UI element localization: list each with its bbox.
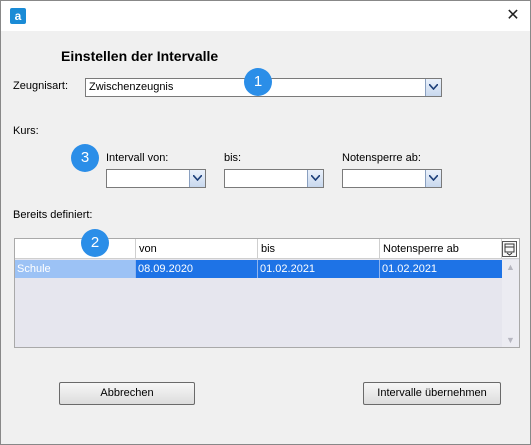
kurs-label: Kurs: xyxy=(13,125,39,137)
dialog-window: a ✕ Einstellen der Intervalle Zeugnisart… xyxy=(0,0,531,445)
title-bar: a ✕ xyxy=(1,1,530,31)
bis-select[interactable] xyxy=(224,169,324,188)
vertical-scrollbar[interactable]: ▲ ▼ xyxy=(502,260,519,347)
header-cell-notensperre[interactable]: Notensperre ab xyxy=(380,239,502,259)
zeugnisart-value: Zwischenzeugnis xyxy=(89,81,174,93)
apply-intervals-button[interactable]: Intervalle übernehmen xyxy=(363,382,501,405)
header-cell-von[interactable]: von xyxy=(136,239,258,259)
close-button[interactable]: ✕ xyxy=(496,1,530,30)
column-chooser-icon[interactable] xyxy=(502,241,517,257)
chevron-down-icon[interactable] xyxy=(425,170,441,187)
cell-bis[interactable]: 01.02.2021 xyxy=(258,260,380,278)
step-badge-2: 2 xyxy=(81,229,109,257)
notensperre-select[interactable] xyxy=(342,169,442,188)
step-badge-1: 1 xyxy=(244,68,272,96)
cell-notensperre[interactable]: 01.02.2021 xyxy=(380,260,502,278)
app-logo-icon: a xyxy=(10,8,26,24)
scroll-up-icon[interactable]: ▲ xyxy=(502,260,519,274)
table-row[interactable]: Schule 08.09.2020 01.02.2021 01.02.2021 xyxy=(15,260,502,278)
step-badge-3: 3 xyxy=(71,144,99,172)
scroll-down-icon[interactable]: ▼ xyxy=(502,333,519,347)
chevron-down-icon[interactable] xyxy=(307,170,323,187)
header-cell[interactable] xyxy=(15,239,136,259)
intervall-von-label: Intervall von: xyxy=(106,152,169,164)
intervall-von-select[interactable] xyxy=(106,169,206,188)
header-cell-bis[interactable]: bis xyxy=(258,239,380,259)
chevron-down-icon[interactable] xyxy=(425,79,441,96)
bis-label: bis: xyxy=(224,152,242,164)
cancel-button[interactable]: Abbrechen xyxy=(59,382,195,405)
intervals-table: von bis Notensperre ab Schule 08.09.2020… xyxy=(14,229,520,348)
zeugnisart-label: Zeugnisart: xyxy=(13,80,69,92)
cell-von[interactable]: 08.09.2020 xyxy=(136,260,258,278)
chevron-down-icon[interactable] xyxy=(189,170,205,187)
dialog-heading: Einstellen der Intervalle xyxy=(61,48,219,64)
defined-label: Bereits definiert: xyxy=(13,209,93,221)
notensperre-label: Notensperre ab: xyxy=(342,152,421,164)
cell-name[interactable]: Schule xyxy=(15,260,136,278)
